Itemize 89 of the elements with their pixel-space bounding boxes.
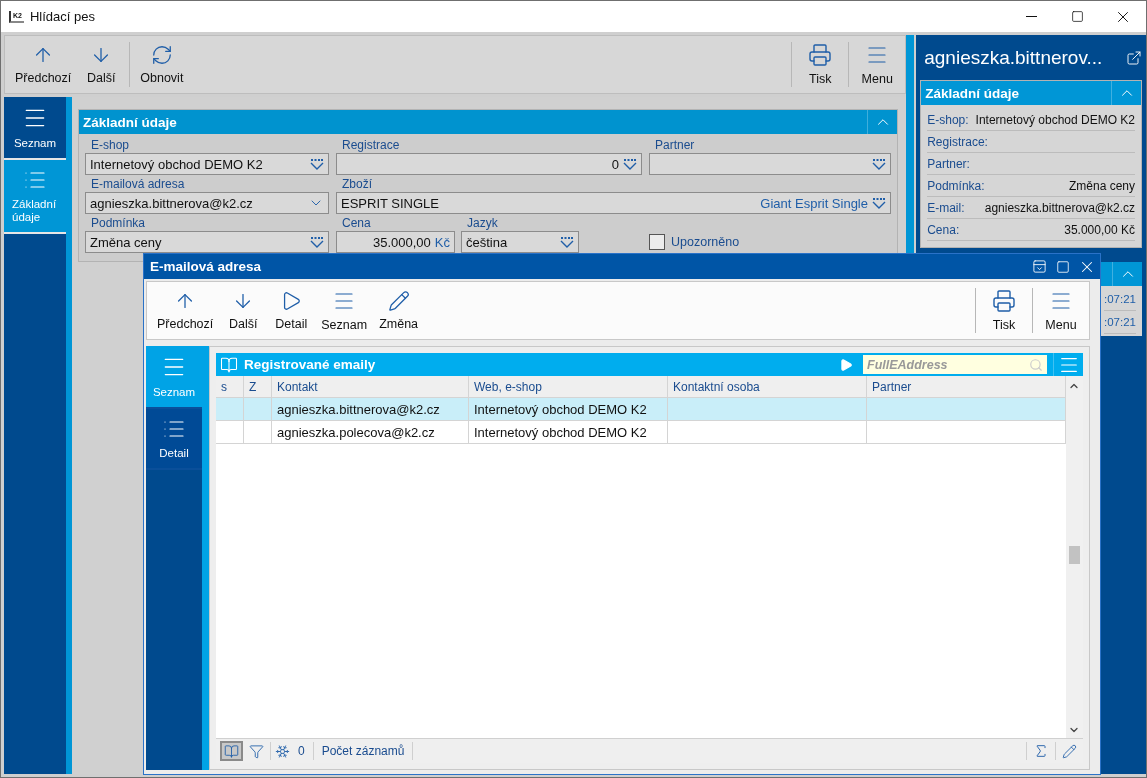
toolbar-button[interactable]: Menu bbox=[1037, 282, 1085, 339]
toolbar-button[interactable]: Další bbox=[219, 282, 268, 339]
pencil-icon bbox=[1062, 743, 1077, 759]
lookup-icon[interactable] bbox=[310, 236, 324, 248]
detail-label: Cena: bbox=[927, 222, 960, 237]
input-field[interactable]: Změna ceny bbox=[85, 231, 329, 253]
field-label: Zboží bbox=[341, 177, 373, 192]
field-label: E-shop bbox=[90, 138, 131, 153]
lookup-icon[interactable] bbox=[310, 158, 324, 170]
field-label: Registrace bbox=[341, 138, 401, 153]
book-button[interactable] bbox=[220, 741, 243, 761]
count-text: 0 bbox=[297, 744, 306, 758]
detail-value: Změna ceny bbox=[1068, 178, 1135, 193]
toolbar-button[interactable]: Obnovit bbox=[134, 36, 190, 93]
toolbar-button[interactable]: Předchozí bbox=[151, 282, 220, 339]
field-label: Podmínka bbox=[90, 216, 147, 231]
pencil-icon bbox=[387, 290, 410, 312]
section-title: Základní údaje bbox=[83, 114, 178, 130]
toolbar-button[interactable]: Seznam bbox=[315, 282, 374, 339]
item-name: Giant Esprit Single bbox=[760, 195, 868, 211]
table-cell: Internetový obchod DEMO K2 bbox=[469, 421, 668, 443]
maximize-icon bbox=[1070, 10, 1084, 23]
column-header[interactable]: s bbox=[216, 376, 244, 397]
window-title: Hlídací pes bbox=[29, 9, 96, 24]
field-label: Partner bbox=[654, 138, 696, 153]
snowflake-icon[interactable] bbox=[275, 743, 290, 759]
table-cell: agnieszka.bittnerova@k2.cz bbox=[272, 398, 469, 420]
input-field[interactable]: ESPRIT SINGLE Giant Esprit Single bbox=[336, 192, 891, 214]
field-label: Jazyk bbox=[466, 216, 499, 231]
dock-icon bbox=[1031, 259, 1047, 274]
table-row[interactable]: agnieszka.bittnerova@k2.cz Internetový obchod DEMO K2 bbox=[216, 398, 1066, 421]
column-header[interactable]: Web, e-shop bbox=[469, 376, 668, 397]
sigma-icon bbox=[1033, 743, 1049, 759]
currency-unit: Kč bbox=[434, 234, 450, 250]
book-icon bbox=[224, 743, 239, 759]
field-label: E-mailová adresa bbox=[90, 177, 186, 192]
play-icon[interactable] bbox=[839, 357, 853, 372]
filter-icon bbox=[249, 743, 264, 759]
detail-value: 35.000,00 Kč bbox=[1064, 222, 1135, 237]
checkbox-label: Upozorněno bbox=[671, 235, 740, 249]
time-text: :07:21 bbox=[1104, 311, 1136, 334]
detail-value: Internetový obchod DEMO K2 bbox=[975, 112, 1135, 127]
book-icon bbox=[220, 355, 238, 374]
table-cell: agnieszka.polecova@k2.cz bbox=[272, 421, 469, 443]
time-text: :07:21 bbox=[1104, 288, 1136, 311]
checkbox[interactable] bbox=[649, 234, 665, 250]
section-title: Základní údaje bbox=[925, 85, 1020, 101]
input-field[interactable]: čeština bbox=[461, 231, 579, 253]
sidebar-tab[interactable]: Detail bbox=[146, 409, 202, 470]
table-cell: Internetový obchod DEMO K2 bbox=[469, 398, 668, 420]
detail-label: Partner: bbox=[927, 156, 970, 171]
detail-value: agnieszka.bittnerova@k2.cz bbox=[984, 200, 1135, 215]
detail-label: Registrace: bbox=[927, 134, 988, 149]
column-header[interactable]: Z bbox=[244, 376, 272, 397]
maximize-icon bbox=[1056, 259, 1070, 274]
column-header[interactable]: Kontakt bbox=[272, 376, 469, 397]
input-field[interactable] bbox=[649, 153, 891, 175]
toolbar-button[interactable]: Změna bbox=[373, 282, 425, 339]
scroll-thumb[interactable] bbox=[1069, 546, 1080, 564]
input-field[interactable]: Internetový obchod DEMO K2 bbox=[85, 153, 329, 175]
refresh-icon bbox=[150, 44, 173, 66]
toolbar-button[interactable]: Tisk bbox=[980, 282, 1028, 339]
lookup-icon[interactable] bbox=[560, 236, 574, 248]
lookup-icon[interactable] bbox=[623, 158, 637, 170]
record-count-link[interactable]: Počet záznamů bbox=[317, 744, 409, 758]
input-field[interactable]: 0 bbox=[336, 153, 642, 175]
toolbar-button[interactable]: Tisk bbox=[796, 36, 845, 93]
input-field[interactable]: 35.000,00 Kč bbox=[336, 231, 455, 253]
dropdown-field[interactable]: agnieszka.bittnerova@k2.cz bbox=[85, 192, 329, 214]
field-label: Cena bbox=[341, 216, 372, 231]
dialog-title: E-mailová adresa bbox=[150, 259, 263, 274]
scrollbar[interactable] bbox=[1066, 376, 1083, 738]
column-header[interactable]: Kontaktní osoba bbox=[668, 376, 867, 397]
table-row[interactable]: agnieszka.polecova@k2.cz Internetový obchod DEMO K2 bbox=[216, 421, 1066, 444]
record-title: agnieszka.bittnerov... bbox=[924, 46, 1104, 69]
lookup-icon[interactable] bbox=[872, 197, 886, 209]
minimize-icon bbox=[1025, 16, 1037, 17]
printer-icon bbox=[992, 289, 1016, 313]
lookup-icon[interactable] bbox=[872, 158, 886, 170]
printer-icon bbox=[808, 43, 833, 67]
toolbar-button[interactable]: Další bbox=[77, 36, 126, 93]
toolbar-button[interactable]: Menu bbox=[853, 36, 902, 93]
toolbar-button[interactable]: Předchozí bbox=[9, 36, 78, 93]
external-link-icon[interactable] bbox=[1126, 49, 1142, 66]
detail-label: E-shop: bbox=[927, 112, 969, 127]
grid-title: Registrované emaily bbox=[244, 357, 377, 372]
detail-label: Podmínka: bbox=[927, 178, 985, 193]
detail-label: E-mail: bbox=[927, 200, 965, 215]
toolbar-button[interactable]: Detail bbox=[267, 282, 316, 339]
